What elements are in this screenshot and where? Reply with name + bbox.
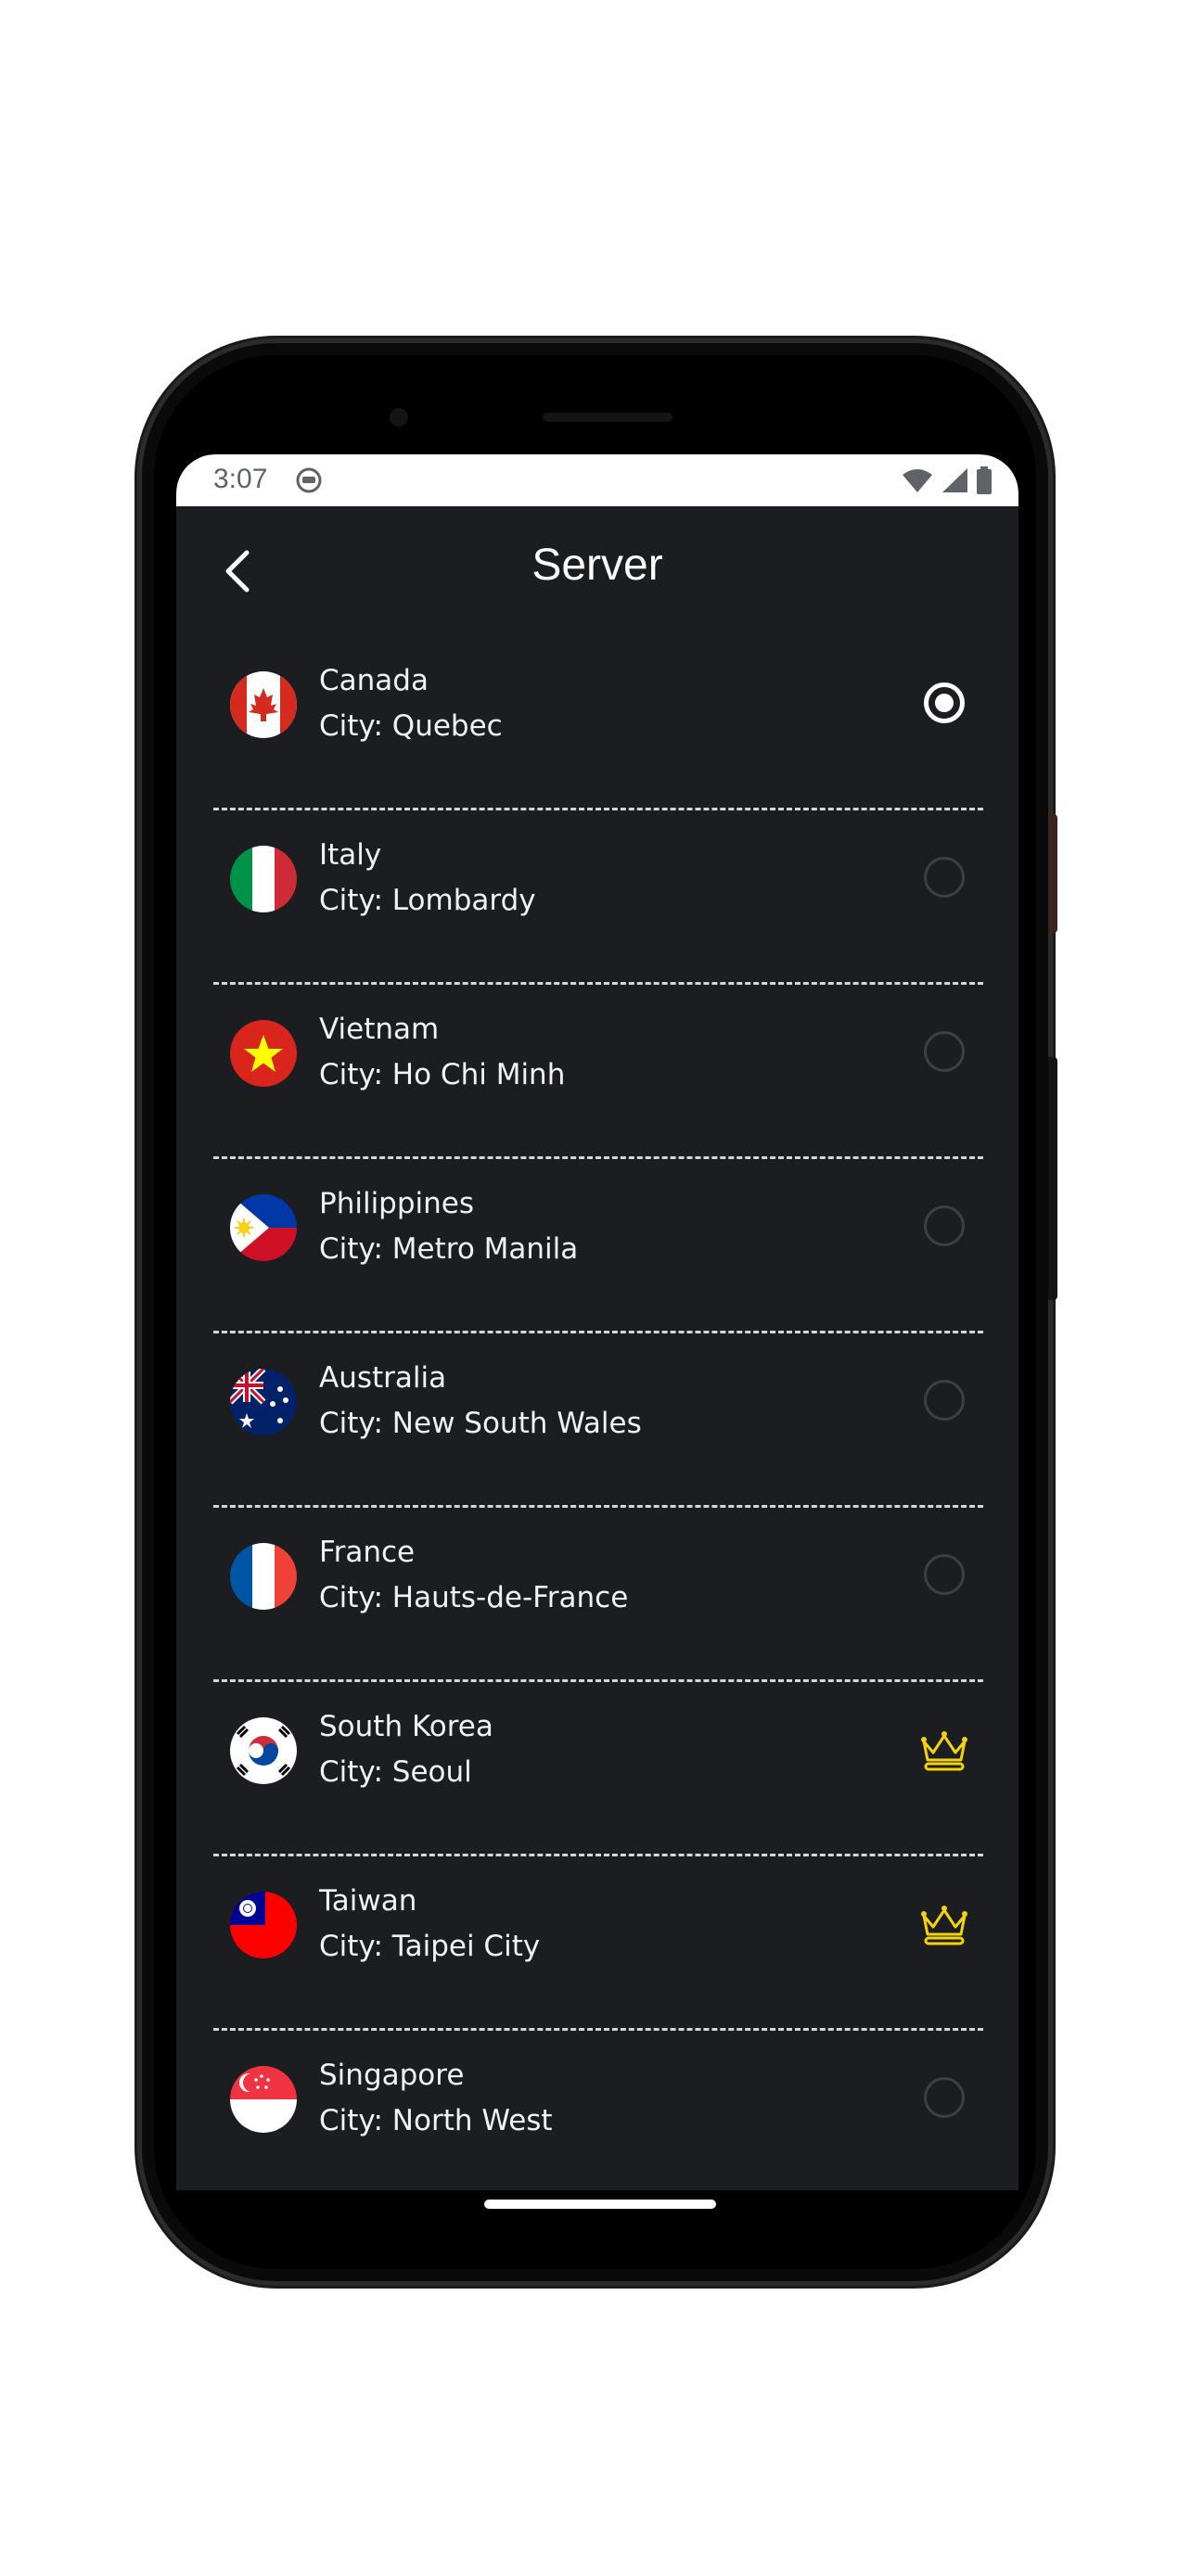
country-name: Italy	[319, 838, 382, 872]
app-header: Server	[176, 506, 1018, 636]
page-title: Server	[531, 541, 663, 590]
city-name: City: Lombardy	[319, 884, 536, 917]
status-bar: 3:07	[176, 454, 1018, 506]
volume-button	[1048, 1057, 1057, 1300]
city-name: City: North West	[319, 2104, 553, 2137]
italy-flag-icon	[230, 846, 297, 912]
country-name: France	[319, 1536, 416, 1569]
cellular-signal-icon	[942, 468, 967, 492]
server-item-south-korea[interactable]: South Korea City: Seoul	[176, 1682, 1018, 1856]
premium-crown-icon[interactable]	[918, 1905, 970, 1945]
premium-crown-icon[interactable]	[918, 1730, 970, 1771]
server-radio[interactable]	[924, 2077, 965, 2118]
city-name: City: Metro Manila	[319, 1232, 579, 1266]
country-name: Philippines	[319, 1187, 475, 1220]
server-item-italy[interactable]: Italy City: Lombardy	[176, 810, 1018, 985]
earpiece-speaker	[543, 413, 672, 422]
france-flag-icon	[230, 1543, 297, 1610]
country-name: Vietnam	[319, 1013, 440, 1046]
country-name: Canada	[319, 664, 429, 697]
city-name: City: Hauts-de-France	[319, 1581, 629, 1614]
server-item-philippines[interactable]: Philippines City: Metro Manila	[176, 1159, 1018, 1333]
singapore-flag-icon	[230, 2066, 297, 2133]
server-radio[interactable]	[924, 1380, 965, 1421]
server-radio[interactable]	[924, 857, 965, 898]
city-name: City: Seoul	[319, 1755, 472, 1789]
app-screen: 3:07 Server Canada City: Quebec Italy Ci…	[176, 454, 1018, 2190]
front-camera	[390, 408, 408, 427]
status-icons	[902, 465, 992, 495]
city-name: City: Quebec	[319, 709, 503, 743]
app-notification-icon	[296, 467, 322, 493]
country-name: Taiwan	[319, 1884, 417, 1918]
city-name: City: Ho Chi Minh	[319, 1058, 566, 1091]
philippines-flag-icon	[230, 1194, 297, 1261]
canada-flag-icon	[230, 671, 297, 738]
server-item-france[interactable]: France City: Hauts-de-France	[176, 1508, 1018, 1682]
server-list: Canada City: Quebec Italy City: Lombardy	[176, 636, 1018, 2190]
australia-flag-icon	[230, 1369, 297, 1435]
server-radio[interactable]	[924, 1554, 965, 1595]
status-time: 3:07	[213, 464, 268, 494]
wifi-icon	[903, 469, 932, 492]
server-item-vietnam[interactable]: Vietnam City: Ho Chi Minh	[176, 985, 1018, 1159]
south-korea-flag-icon	[230, 1717, 297, 1784]
country-name: South Korea	[319, 1710, 493, 1743]
server-radio-selected[interactable]	[924, 682, 965, 723]
vietnam-flag-icon	[230, 1020, 297, 1087]
server-radio[interactable]	[924, 1205, 965, 1246]
country-name: Australia	[319, 1361, 447, 1395]
server-radio[interactable]	[924, 1031, 965, 1072]
taiwan-flag-icon	[230, 1892, 297, 1958]
server-item-taiwan[interactable]: Taiwan City: Taipei City	[176, 1856, 1018, 2031]
power-button	[1048, 814, 1057, 933]
city-name: City: Taipei City	[319, 1930, 541, 1963]
home-indicator[interactable]	[484, 2200, 716, 2209]
country-name: Singapore	[319, 2059, 465, 2092]
server-item-singapore[interactable]: Singapore City: North West	[176, 2031, 1018, 2190]
battery-icon	[977, 466, 992, 494]
server-item-australia[interactable]: Australia City: New South Wales	[176, 1333, 1018, 1508]
city-name: City: New South Wales	[319, 1407, 642, 1440]
server-item-canada[interactable]: Canada City: Quebec	[176, 636, 1018, 810]
